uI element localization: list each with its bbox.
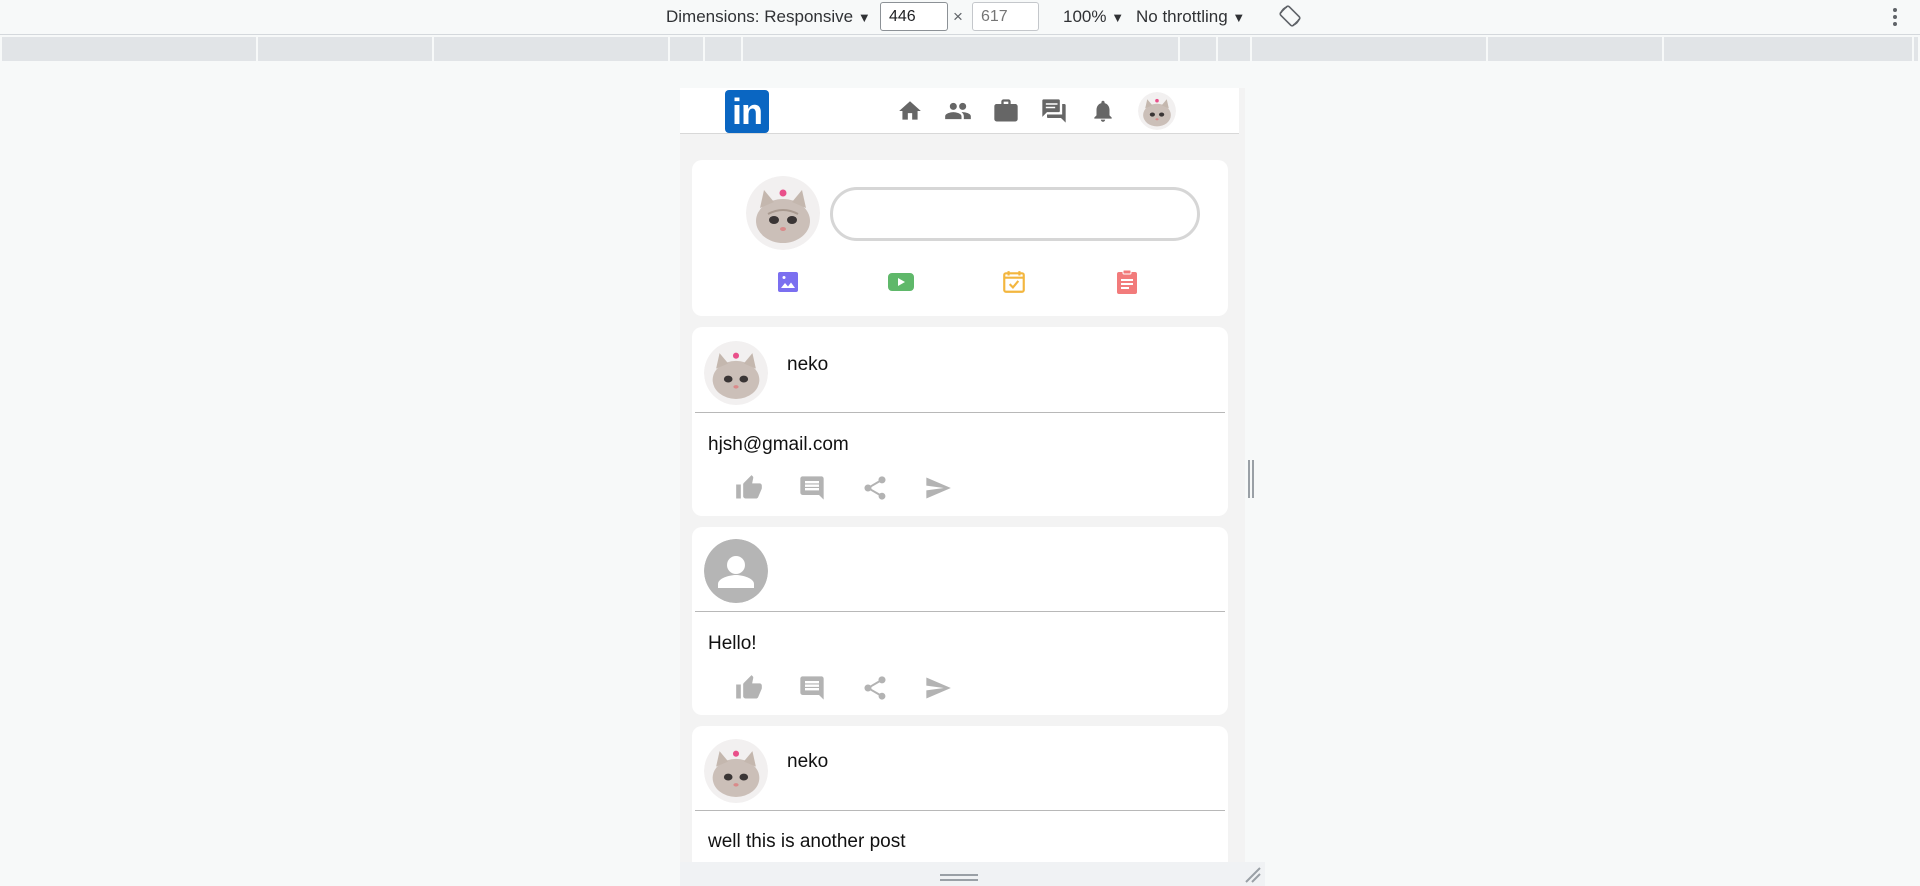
post-card: Hello! xyxy=(692,527,1228,715)
ruler-segment[interactable] xyxy=(743,37,1180,61)
chevron-down-icon: ▼ xyxy=(1111,10,1125,25)
chevron-down-icon: ▼ xyxy=(1232,10,1246,25)
share-icon[interactable] xyxy=(860,473,890,503)
post-avatar[interactable] xyxy=(704,739,768,803)
corner-resize-handle[interactable] xyxy=(1244,866,1262,884)
ruler-segment[interactable] xyxy=(1488,37,1664,61)
people-icon[interactable] xyxy=(943,96,973,126)
send-icon[interactable] xyxy=(923,673,953,703)
dimensions-dropdown[interactable]: Dimensions: Responsive ▼ xyxy=(666,7,871,27)
cat-avatar-image xyxy=(1138,92,1176,130)
post-body: hjsh@gmail.com xyxy=(708,434,849,455)
ruler-segment[interactable] xyxy=(1664,37,1914,61)
post-body: well this is another post xyxy=(708,831,906,852)
chat-icon[interactable] xyxy=(1039,96,1069,126)
post-author[interactable]: neko xyxy=(787,751,828,773)
default-user-icon xyxy=(704,539,768,603)
ruler-segment[interactable] xyxy=(670,37,705,61)
comment-icon[interactable] xyxy=(797,673,827,703)
ruler-segment[interactable] xyxy=(2,37,258,61)
post-avatar[interactable] xyxy=(704,539,768,603)
post-actions xyxy=(734,473,953,503)
post-divider xyxy=(695,810,1225,811)
ruler-segment[interactable] xyxy=(1218,37,1252,61)
bell-icon[interactable] xyxy=(1088,96,1118,126)
app-page: in neko hjsh@gmail.com Hello! neko well … xyxy=(680,88,1239,862)
post-composer xyxy=(692,160,1228,316)
video-icon[interactable] xyxy=(888,269,914,295)
throttling-label: No throttling xyxy=(1136,7,1228,26)
ruler-segment[interactable] xyxy=(434,37,670,61)
right-resize-handle[interactable] xyxy=(1247,460,1255,498)
times-sign: × xyxy=(953,7,963,26)
throttling-dropdown[interactable]: No throttling ▼ xyxy=(1136,7,1245,27)
zoom-dropdown[interactable]: 100% ▼ xyxy=(1063,7,1124,27)
event-icon[interactable] xyxy=(1001,269,1027,295)
composer-avatar xyxy=(746,176,820,250)
photo-icon[interactable] xyxy=(775,269,801,295)
rotate-icon[interactable] xyxy=(1278,4,1302,28)
share-icon[interactable] xyxy=(860,673,890,703)
width-input[interactable] xyxy=(880,2,948,31)
post-card: neko hjsh@gmail.com xyxy=(692,327,1228,516)
post-author[interactable]: neko xyxy=(787,354,828,376)
home-icon[interactable] xyxy=(895,96,925,126)
top-navbar: in xyxy=(680,88,1239,134)
cat-avatar-image xyxy=(704,341,768,405)
height-input[interactable] xyxy=(972,2,1039,31)
linkedin-logo[interactable]: in xyxy=(725,90,769,133)
zoom-label: 100% xyxy=(1063,7,1107,26)
post-divider xyxy=(695,611,1225,612)
cat-avatar-image xyxy=(704,739,768,803)
post-card: neko well this is another post xyxy=(692,726,1228,862)
post-actions xyxy=(734,673,953,703)
media-query-ruler xyxy=(2,37,1918,61)
dimensions-label: Dimensions: Responsive xyxy=(666,7,854,26)
cat-avatar-image xyxy=(746,176,820,250)
ruler-segment[interactable] xyxy=(1180,37,1218,61)
bottom-resize-handle[interactable] xyxy=(940,872,978,882)
article-icon[interactable] xyxy=(1114,269,1140,295)
comment-icon[interactable] xyxy=(797,473,827,503)
like-icon[interactable] xyxy=(734,673,764,703)
profile-avatar[interactable] xyxy=(1138,92,1176,130)
send-icon[interactable] xyxy=(923,473,953,503)
like-icon[interactable] xyxy=(734,473,764,503)
chevron-down-icon: ▼ xyxy=(857,10,871,25)
device-viewport: in neko hjsh@gmail.com Hello! neko well … xyxy=(680,88,1245,862)
ruler-segment[interactable] xyxy=(1252,37,1488,61)
post-body: Hello! xyxy=(708,633,757,654)
devtools-device-toolbar: Dimensions: Responsive ▼ × 100% ▼ No thr… xyxy=(0,0,1920,35)
ruler-segment[interactable] xyxy=(705,37,743,61)
ruler-segment[interactable] xyxy=(258,37,434,61)
post-input[interactable] xyxy=(830,187,1200,241)
more-options-icon[interactable] xyxy=(1888,4,1902,30)
post-avatar[interactable] xyxy=(704,341,768,405)
post-divider xyxy=(695,412,1225,413)
briefcase-icon[interactable] xyxy=(991,96,1021,126)
